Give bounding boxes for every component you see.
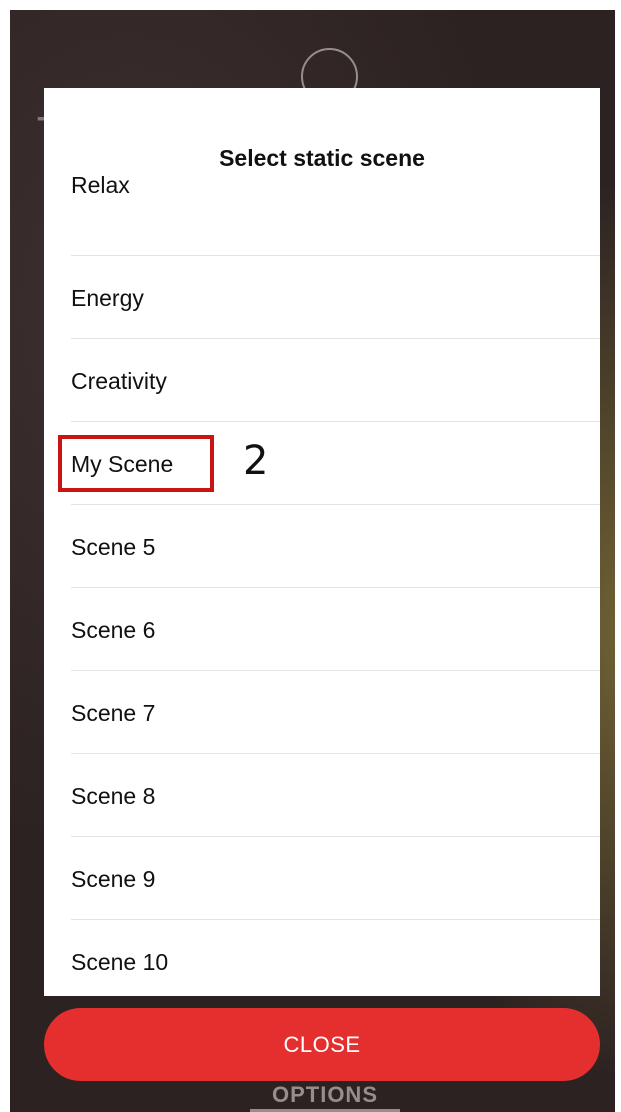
scene-label: Relax [71, 172, 130, 198]
scene-item-scene-9[interactable]: Scene 9 [71, 837, 600, 920]
scene-item-energy[interactable]: Energy [71, 256, 600, 339]
scene-item-scene-7[interactable]: Scene 7 [71, 671, 600, 754]
scene-item-scene-6[interactable]: Scene 6 [71, 588, 600, 671]
scene-item-scene-8[interactable]: Scene 8 [71, 754, 600, 837]
scene-label: Scene 5 [71, 534, 156, 560]
options-label: OPTIONS [271, 1082, 378, 1107]
scene-label: Scene 7 [71, 700, 156, 726]
scene-label: Energy [71, 285, 144, 311]
scene-label: Scene 6 [71, 617, 156, 643]
scene-label: Scene 10 [71, 949, 169, 975]
scene-item-creativity[interactable]: Creativity [71, 339, 600, 422]
scene-list: Relax Energy Creativity My Scene 2 Scene… [44, 172, 600, 996]
scene-item-my-scene[interactable]: My Scene 2 [58, 422, 600, 505]
scene-item-relax[interactable]: Relax [71, 172, 600, 256]
dialog-title: Select static scene [219, 145, 425, 171]
select-scene-dialog: Select static scene Relax Energy Creativ… [44, 88, 600, 996]
scene-label: Creativity [71, 368, 167, 394]
close-button[interactable]: CLOSE [44, 1008, 600, 1081]
scene-label: Scene 9 [71, 866, 156, 892]
scene-label: Scene 8 [71, 783, 156, 809]
scene-label: My Scene [71, 451, 174, 477]
annotation-number: 2 [243, 438, 269, 484]
scene-item-scene-5[interactable]: Scene 5 [71, 505, 600, 588]
scene-item-scene-10[interactable]: Scene 10 [71, 920, 600, 996]
